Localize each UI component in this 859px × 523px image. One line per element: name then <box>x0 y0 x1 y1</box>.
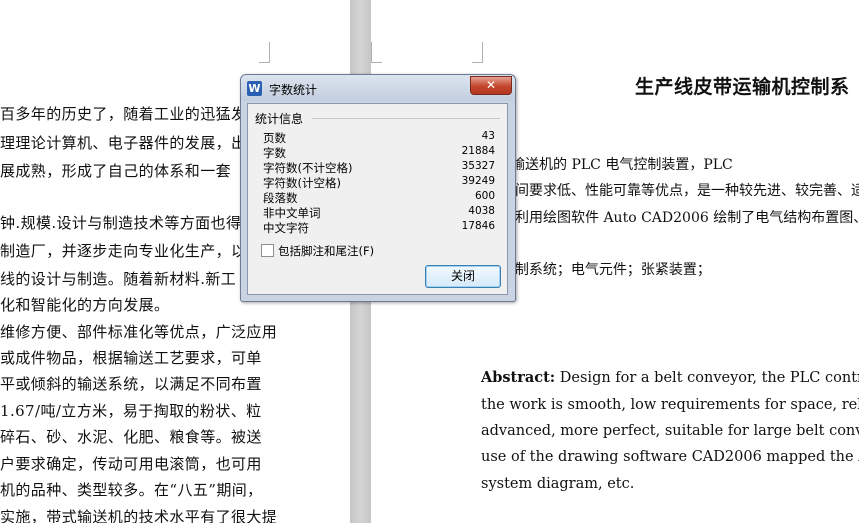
stat-row-chars-with-spaces: 字符数(计空格) 39249 <box>263 175 495 190</box>
abstract-line: system diagram, etc. <box>481 476 635 492</box>
left-page-line: 碎石、砂、水泥、化肥、粮食等。被送 <box>0 428 262 446</box>
abstract-line: advanced, more perfect, suitable for lar… <box>481 423 859 439</box>
stat-label: 非中文单词 <box>263 206 321 220</box>
abstract-line: the work is smooth, low requirements for… <box>481 397 859 413</box>
document-title: 生产线皮带运输机控制系 <box>635 76 850 98</box>
stat-row-pages: 页数 43 <box>263 130 495 145</box>
stat-label: 字符数(计空格) <box>263 176 341 190</box>
statistics-panel: 统计信息 页数 43 字数 21884 字符数(不计空格) 35327 字符数(… <box>247 103 508 295</box>
stat-row-paragraphs: 段落数 600 <box>263 190 495 205</box>
stat-value: 21884 <box>461 145 495 157</box>
stat-value: 17846 <box>461 220 495 232</box>
stat-label: 页数 <box>263 131 286 145</box>
abstract-line: Abstract: Design for a belt conveyor, th… <box>481 369 859 386</box>
stat-row-chars-no-spaces: 字符数(不计空格) 35327 <box>263 160 495 175</box>
left-page-line: 户要求确定，传动可用电滚筒，也可用 <box>0 455 262 473</box>
abstract-line: use of the drawing software CAD2006 mapp… <box>481 449 859 465</box>
summary-line: 利用绘图软件 Auto CAD2006 绘制了电气结构布置图、系统 <box>515 210 859 226</box>
stat-value: 39249 <box>461 175 495 187</box>
margin-corner-mark <box>371 42 382 63</box>
stat-label: 段落数 <box>263 191 298 205</box>
wps-writer-icon: W <box>247 81 262 96</box>
margin-corner-mark <box>472 42 483 63</box>
summary-line: 间要求低、性能可靠等优点，是一种较先进、较完善、适 <box>515 183 859 199</box>
header-divider <box>312 118 500 119</box>
stat-row-words: 字数 21884 <box>263 145 495 160</box>
stat-row-chinese-chars: 中文字符 17846 <box>263 220 495 235</box>
stat-value: 4038 <box>468 205 495 217</box>
left-page-line: 维修方便、部件标准化等优点，广泛应用 <box>0 323 278 341</box>
close-button[interactable]: 关闭 <box>425 265 501 288</box>
abstract-label: Abstract: <box>481 369 556 386</box>
stat-label: 字数 <box>263 146 286 160</box>
close-icon[interactable]: ✕ <box>470 76 512 95</box>
left-page-line: 实施，带式输送机的技术水平有了很大提 <box>0 508 278 523</box>
left-page-line: 1.67/吨/立方米，易于掏取的粉状、粒 <box>0 402 262 420</box>
dialog-title: 字数统计 <box>269 83 318 97</box>
stat-row-non-chinese-words: 非中文单词 4038 <box>263 205 495 220</box>
left-page-line: 机的品种、类型较多。在“八五”期间， <box>0 481 263 499</box>
word-count-dialog: W 字数统计 ✕ 统计信息 页数 43 字数 21884 字符数(不计空格) 3… <box>240 74 516 302</box>
include-footnotes-label[interactable]: 包括脚注和尾注(F) <box>278 243 374 259</box>
margin-corner-mark <box>259 42 270 63</box>
dialog-titlebar[interactable]: W 字数统计 ✕ <box>241 75 515 101</box>
stat-label: 字符数(不计空格) <box>263 161 353 175</box>
statistics-header: 统计信息 <box>255 112 304 126</box>
left-page-line: 或成件物品，根据输送工艺要求，可单 <box>0 349 262 367</box>
stat-value: 35327 <box>461 160 495 172</box>
include-footnotes-checkbox[interactable] <box>261 244 274 257</box>
left-page-line: 平或倾斜的输送系统，以满足不同布置 <box>0 375 262 393</box>
stat-value: 600 <box>474 190 495 202</box>
stat-value: 43 <box>481 130 495 142</box>
stat-label: 中文字符 <box>263 221 309 235</box>
